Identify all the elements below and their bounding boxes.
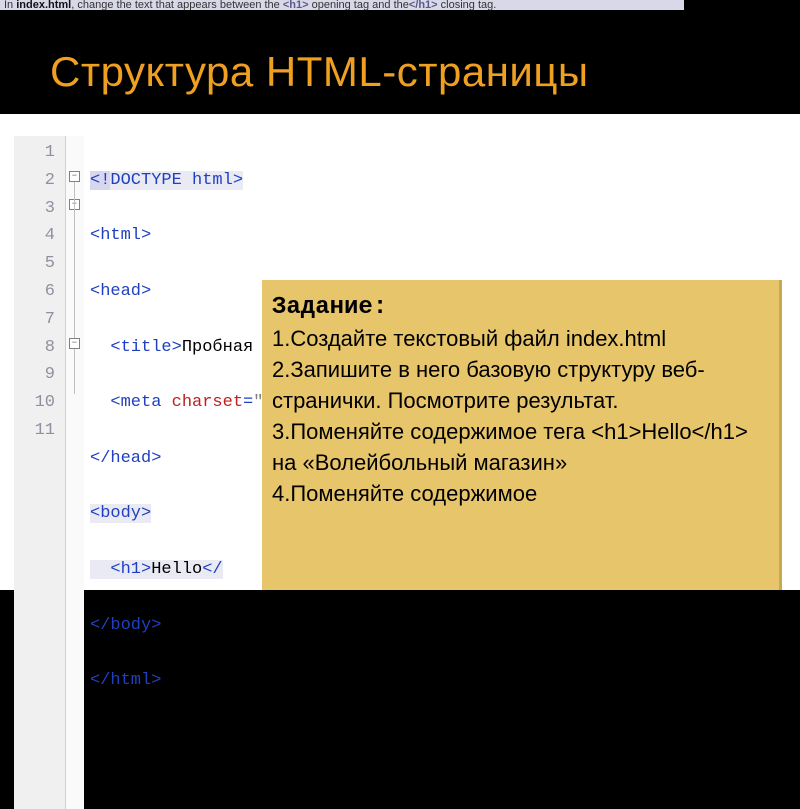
- hint-text: closing tag.: [438, 0, 497, 10]
- hint-tag: </h1>: [409, 0, 438, 10]
- line-number: 10: [22, 389, 55, 417]
- hint-text: In: [4, 0, 16, 10]
- task-item: 1.Создайте текстовый файл index.html: [272, 323, 765, 354]
- hint-tag: <h1>: [283, 0, 309, 10]
- code-line: </body>: [90, 612, 437, 640]
- line-number: 5: [22, 250, 55, 278]
- line-number: 2: [22, 167, 55, 195]
- line-number: 6: [22, 278, 55, 306]
- fold-toggle-icon[interactable]: −: [69, 171, 80, 182]
- code-line: </html>: [90, 667, 437, 695]
- line-number: 8: [22, 334, 55, 362]
- fold-toggle-icon[interactable]: −: [69, 338, 80, 349]
- task-item: 4.Поменяйте содержимое: [272, 478, 765, 509]
- hint-filename: index.html: [16, 0, 71, 10]
- line-number: 3: [22, 195, 55, 223]
- slide-header: Структура HTML-страницы: [0, 10, 800, 114]
- content-area: 1 2 3 4 5 6 7 8 9 10 11 − − − <!DOCTYPE …: [0, 114, 800, 590]
- line-number: 7: [22, 306, 55, 334]
- line-number: 9: [22, 361, 55, 389]
- line-number: 11: [22, 417, 55, 445]
- code-line: <!DOCTYPE html>: [90, 167, 437, 195]
- fold-line: [74, 182, 75, 394]
- fold-column: − − −: [66, 136, 84, 809]
- task-item: 3.Поменяйте содержимое тега <h1>Hello</h…: [272, 416, 765, 478]
- line-number: 1: [22, 139, 55, 167]
- task-item: 2.Запишите в него базовую структуру веб-…: [272, 354, 765, 416]
- task-title: Задание:: [272, 292, 765, 323]
- slide-title: Структура HTML-страницы: [50, 48, 750, 96]
- hint-text: opening tag and the: [309, 0, 409, 10]
- instruction-strip: In index.html, change the text that appe…: [0, 0, 684, 10]
- task-panel: Задание: 1.Создайте текстовый файл index…: [262, 280, 782, 590]
- line-number: 4: [22, 222, 55, 250]
- code-line: <html>: [90, 222, 437, 250]
- line-number-gutter: 1 2 3 4 5 6 7 8 9 10 11: [14, 136, 66, 809]
- hint-text: , change the text that appears between t…: [71, 0, 283, 10]
- code-line: [90, 723, 437, 751]
